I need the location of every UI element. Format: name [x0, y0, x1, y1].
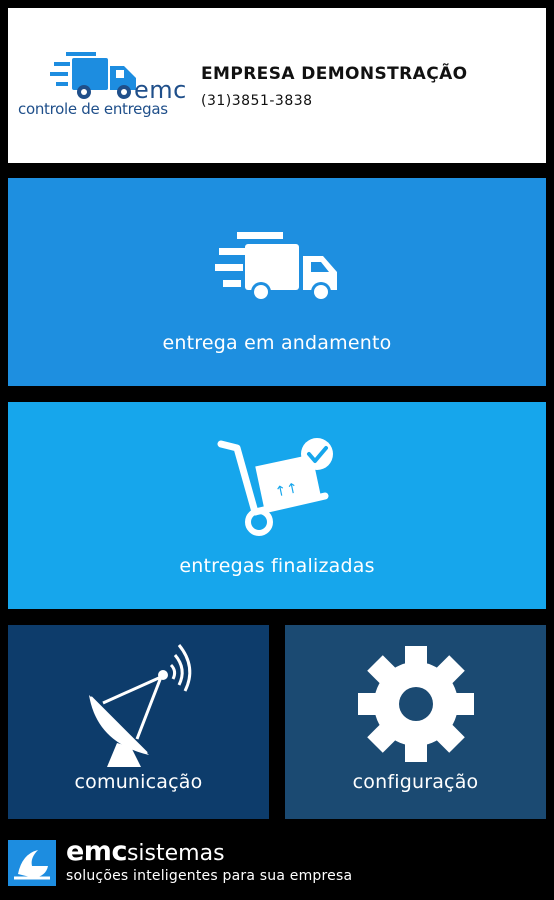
- tile-label: entregas finalizadas: [179, 555, 375, 577]
- app-header: emc controle de entregas EMPRESA DEMONST…: [8, 8, 546, 163]
- footer-tagline: soluções inteligentes para sua empresa: [66, 868, 353, 884]
- tile-label: configuração: [352, 771, 479, 793]
- gear-icon: [357, 646, 474, 762]
- tile-configuracao[interactable]: configuração: [285, 625, 546, 819]
- tile-label: entrega em andamento: [162, 332, 392, 354]
- footer-brand-name: emcsistemas: [66, 836, 225, 867]
- app-logo: emc controle de entregas: [16, 48, 196, 128]
- company-phone: (31)3851-3838: [201, 93, 313, 109]
- satellite-dish-icon: [88, 644, 191, 767]
- tile-entrega-em-andamento[interactable]: entrega em andamento: [8, 178, 546, 386]
- footer-brand-part1: emc: [66, 836, 127, 867]
- footer-brand-bar: emcsistemas soluções inteligentes para s…: [0, 832, 554, 900]
- company-name: EMPRESA DEMONSTRAÇÃO: [201, 64, 468, 84]
- tile-comunicacao[interactable]: comunicação: [8, 625, 269, 819]
- footer-brand-part2: sistemas: [126, 841, 225, 866]
- hand-truck-check-icon: ↑↑: [217, 438, 333, 536]
- delivery-truck-icon: [215, 232, 337, 302]
- emc-sistemas-logo-icon: [8, 840, 56, 886]
- tile-label: comunicação: [74, 771, 203, 793]
- logo-subtitle: controle de entregas: [18, 100, 168, 118]
- tile-entregas-finalizadas[interactable]: ↑↑ entregas finalizadas: [8, 402, 546, 609]
